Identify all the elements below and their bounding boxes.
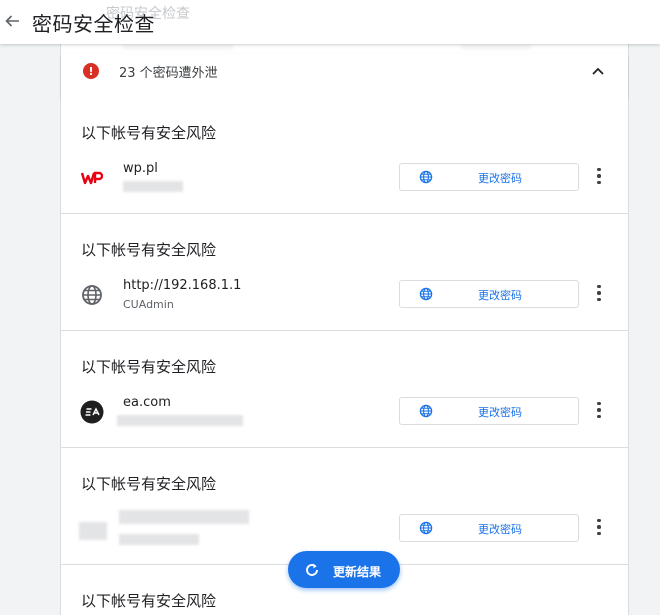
change-password-button[interactable]: 更改密码: [399, 514, 579, 542]
page-title: 密码安全检查: [32, 12, 155, 36]
redacted-site-name: [119, 510, 249, 524]
back-button[interactable]: [0, 8, 24, 34]
error-icon: !: [83, 63, 99, 79]
chevron-up-icon: [592, 67, 604, 75]
change-password-button[interactable]: 更改密码: [399, 163, 579, 191]
risk-section: 以下帐号有安全风险 ea.com 更改密码: [61, 331, 628, 448]
change-password-button[interactable]: 更改密码: [399, 397, 579, 425]
compromised-summary[interactable]: ! 23 个密码遭外泄: [61, 54, 628, 98]
arrow-back-icon: [5, 15, 19, 27]
globe-icon: [80, 283, 104, 307]
collapse-button[interactable]: [587, 60, 609, 82]
more-options-button[interactable]: [589, 399, 609, 421]
more-options-button[interactable]: [589, 516, 609, 538]
section-heading: 以下帐号有安全风险: [81, 475, 217, 493]
compromised-count-text: 23 个密码遭外泄: [119, 66, 218, 81]
redacted-username: [119, 534, 199, 545]
refresh-icon: [306, 563, 318, 576]
username: CUAdmin: [123, 298, 174, 311]
risk-section: 以下帐号有安全风险 wp.pl 更改密码: [61, 97, 628, 214]
more-vert-icon: [597, 284, 601, 302]
more-vert-icon: [597, 167, 601, 185]
ea-logo-icon: [80, 400, 104, 424]
wp-logo-icon: [80, 166, 104, 190]
site-name: wp.pl: [123, 161, 158, 176]
redacted-site-icon: [79, 522, 107, 540]
refresh-results-label: 更新结果: [333, 565, 382, 579]
change-password-label: 更改密码: [478, 289, 522, 302]
site-name: http://192.168.1.1: [123, 278, 242, 293]
section-heading: 以下帐号有安全风险: [81, 241, 217, 259]
more-options-button[interactable]: [589, 165, 609, 187]
section-heading: 以下帐号有安全风险: [81, 124, 217, 142]
password-check-card: ! 23 个密码遭外泄 以下帐号有安全风险 wp.pl 更改密码 以下帐号有安全…: [60, 44, 629, 615]
section-heading: 以下帐号有安全风险: [81, 592, 217, 610]
more-options-button[interactable]: [589, 282, 609, 304]
change-password-label: 更改密码: [478, 172, 522, 185]
redacted-username: [117, 415, 243, 426]
top-bar: 密码安全检查 密码安全检查: [0, 0, 660, 44]
change-password-label: 更改密码: [478, 406, 522, 419]
change-password-label: 更改密码: [478, 523, 522, 536]
change-password-button[interactable]: 更改密码: [399, 280, 579, 308]
redacted-username: [123, 181, 183, 192]
risk-section: 以下帐号有安全风险 http://192.168.1.1 CUAdmin 更改密…: [61, 214, 628, 331]
refresh-results-button[interactable]: 更新结果: [288, 551, 400, 588]
risk-section: 以下帐号有安全风险 更改密码: [61, 448, 628, 565]
scrolled-row-ghost: [61, 44, 628, 54]
section-heading: 以下帐号有安全风险: [81, 358, 217, 376]
more-vert-icon: [597, 401, 601, 419]
site-name: ea.com: [123, 395, 171, 410]
more-vert-icon: [597, 518, 601, 536]
